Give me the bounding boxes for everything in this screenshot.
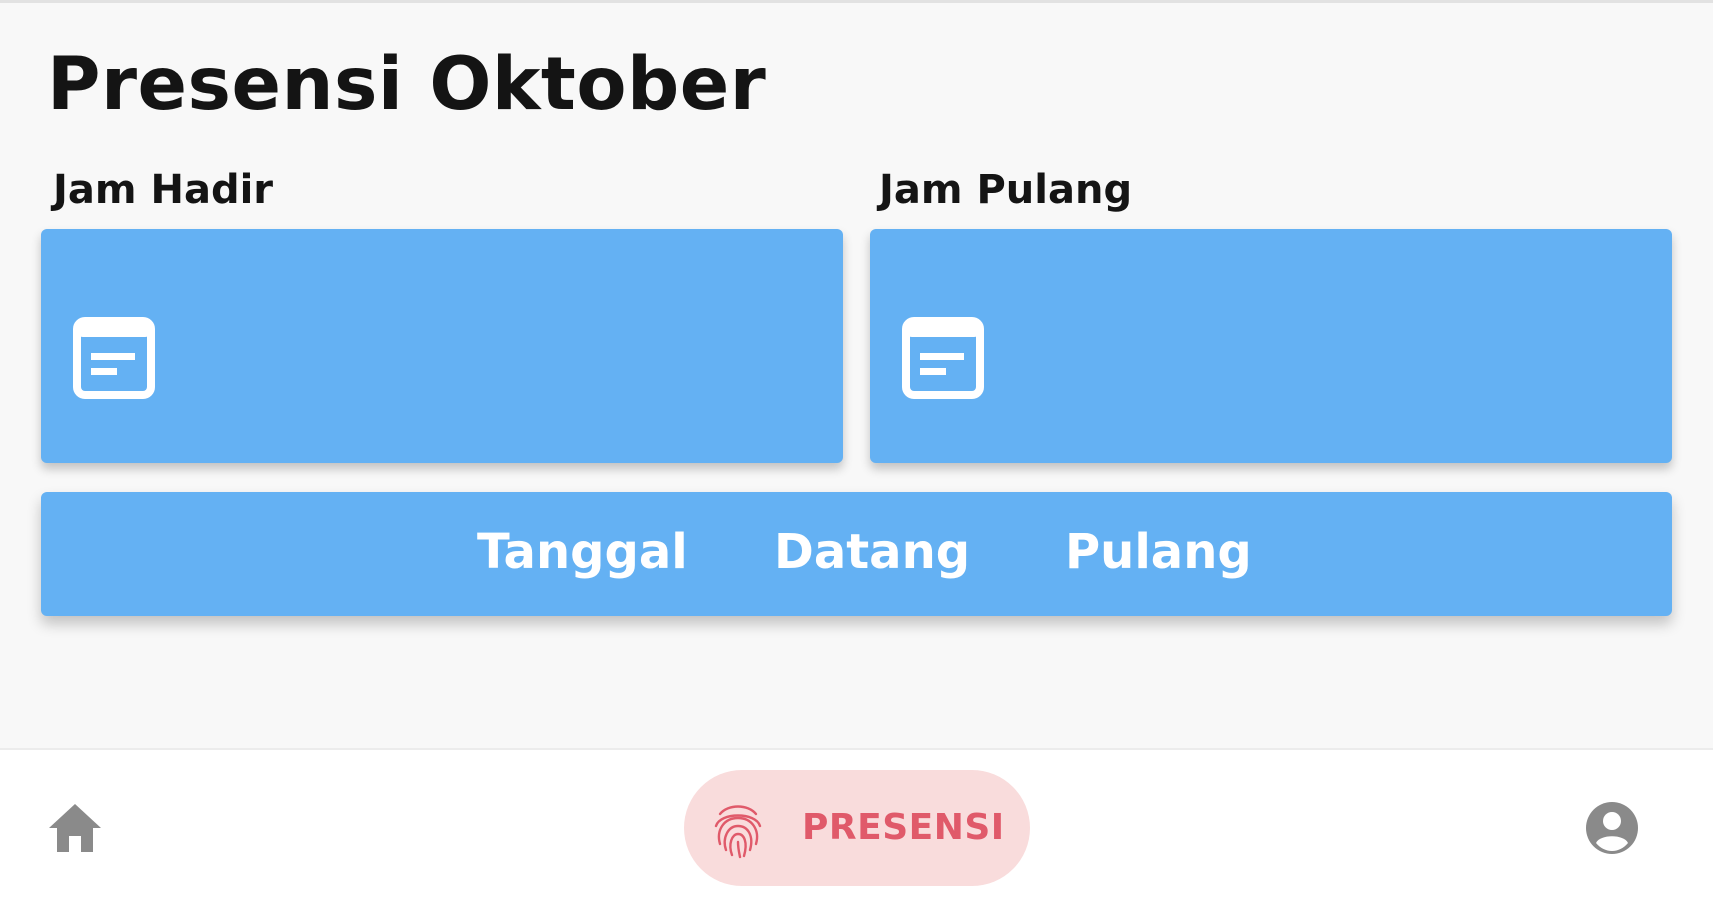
bottom-navigation: PRESENSI bbox=[0, 748, 1713, 900]
page-title: Presensi Oktober bbox=[47, 42, 767, 127]
top-divider bbox=[0, 0, 1713, 3]
attendance-table-header: Tanggal Datang Pulang bbox=[41, 492, 1672, 616]
fingerprint-icon bbox=[714, 805, 762, 859]
jam-hadir-card[interactable] bbox=[41, 229, 843, 463]
jam-pulang-card[interactable] bbox=[870, 229, 1672, 463]
presensi-label: PRESENSI bbox=[802, 807, 1005, 848]
column-header-datang: Datang bbox=[774, 524, 971, 580]
column-header-pulang: Pulang bbox=[1065, 524, 1252, 580]
account-circle-icon[interactable] bbox=[1584, 800, 1640, 856]
note-icon bbox=[902, 317, 984, 399]
column-header-tanggal: Tanggal bbox=[477, 524, 688, 580]
jam-pulang-label: Jam Pulang bbox=[879, 167, 1133, 213]
note-icon bbox=[73, 317, 155, 399]
presensi-nav-button[interactable]: PRESENSI bbox=[684, 770, 1030, 886]
app-root: Presensi Oktober Jam Hadir Jam Pulang Ta… bbox=[0, 0, 1713, 900]
home-icon[interactable] bbox=[47, 802, 103, 854]
jam-hadir-label: Jam Hadir bbox=[53, 167, 274, 213]
